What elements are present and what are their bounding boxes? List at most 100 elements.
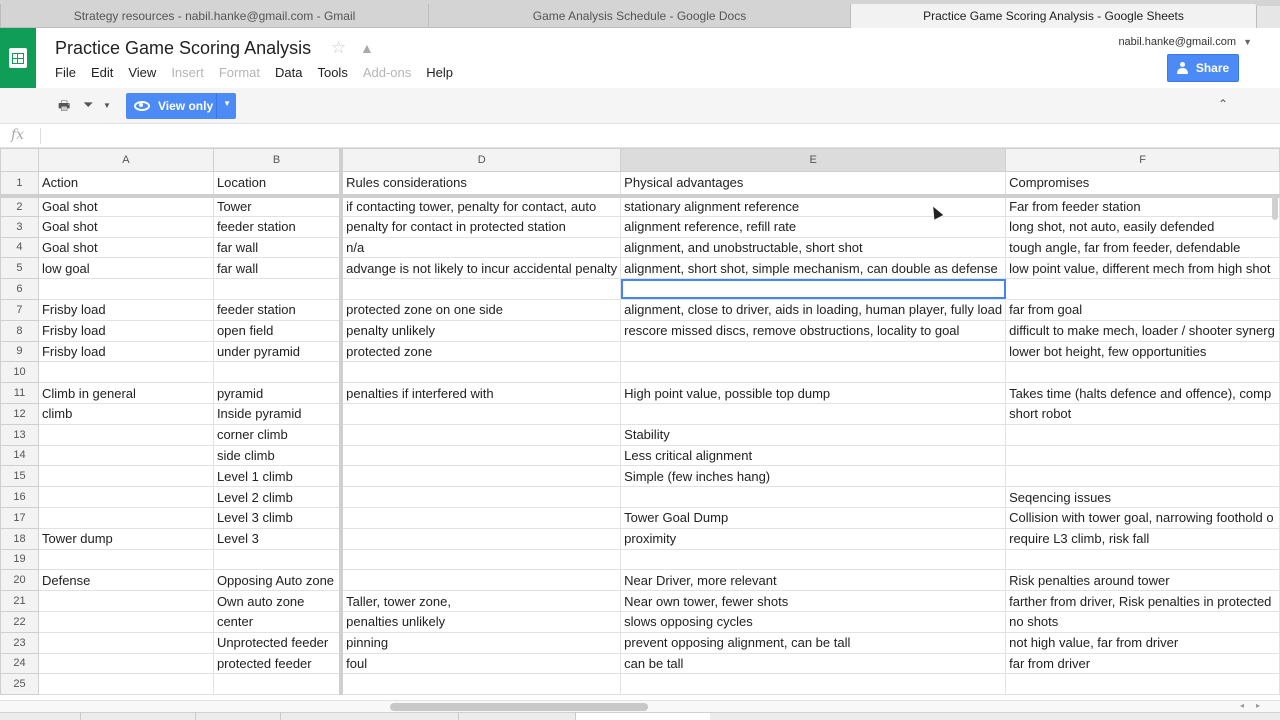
table-cell[interactable]: Frisby load (37, 340, 214, 363)
table-cell[interactable]: Goal shot (37, 236, 214, 259)
table-cell[interactable]: Tower dump (37, 527, 214, 550)
table-cell[interactable]: pyramid (212, 382, 344, 404)
vertical-scrollbar[interactable] (1272, 196, 1278, 220)
table-cell[interactable] (340, 402, 622, 425)
table-cell[interactable]: n/a (340, 236, 622, 259)
column-header[interactable]: F (1005, 148, 1280, 172)
table-cell[interactable]: Level 1 climb (212, 465, 344, 488)
column-header[interactable]: D (340, 148, 622, 172)
table-cell[interactable] (340, 423, 622, 446)
column-header[interactable]: E (620, 148, 1007, 172)
table-cell[interactable] (1005, 278, 1280, 300)
chevron-down-icon[interactable]: ▼ (223, 99, 231, 108)
table-cell[interactable] (37, 673, 214, 696)
document-title[interactable]: Practice Game Scoring Analysis (55, 38, 311, 59)
browser-tab-docs[interactable]: Game Analysis Schedule - Google Docs (428, 4, 850, 28)
table-cell[interactable] (620, 486, 1007, 508)
scroll-right-icon[interactable]: ▸ (1256, 701, 1260, 710)
table-cell[interactable]: under pyramid (212, 340, 344, 363)
table-cell[interactable]: alignment reference, refill rate (620, 215, 1007, 238)
row-header[interactable]: 17 (0, 506, 39, 529)
row-header[interactable]: 8 (0, 319, 39, 342)
menu-format[interactable]: Format (219, 65, 260, 80)
selected-cell[interactable] (620, 278, 1007, 300)
table-cell[interactable]: Defense (37, 569, 214, 592)
table-cell[interactable]: Risk penalties around tower (1005, 569, 1280, 592)
row-header[interactable]: 22 (0, 610, 39, 633)
row-header[interactable]: 19 (0, 548, 39, 571)
print-icon[interactable]: 🖶 (58, 97, 70, 119)
table-cell[interactable]: feeder station (212, 298, 344, 321)
table-cell[interactable]: Action (37, 171, 214, 198)
table-cell[interactable]: no shots (1005, 610, 1280, 633)
menu-tools[interactable]: Tools (317, 65, 347, 80)
table-cell[interactable] (37, 652, 214, 675)
column-header[interactable]: A (37, 148, 214, 172)
table-cell[interactable]: slows opposing cycles (620, 610, 1007, 633)
table-cell[interactable]: Unprotected feeder (212, 631, 344, 654)
menu-view[interactable]: View (128, 65, 156, 80)
row-header[interactable]: 16 (0, 486, 39, 508)
star-icon[interactable]: ☆ (331, 38, 346, 58)
table-cell[interactable] (37, 486, 214, 508)
table-cell[interactable]: open field (212, 319, 344, 342)
menu-data[interactable]: Data (275, 65, 302, 80)
browser-tab-sheets[interactable]: Practice Game Scoring Analysis - Google … (850, 4, 1256, 28)
table-cell[interactable]: can be tall (620, 652, 1007, 675)
table-cell[interactable] (620, 548, 1007, 571)
table-cell[interactable] (37, 278, 214, 300)
table-cell[interactable] (340, 465, 622, 488)
table-cell[interactable] (37, 361, 214, 384)
table-cell[interactable] (1005, 361, 1280, 384)
table-cell[interactable] (340, 673, 622, 696)
table-cell[interactable] (1005, 465, 1280, 488)
table-cell[interactable]: tough angle, far from feeder, defendable (1005, 236, 1280, 259)
row-header[interactable]: 24 (0, 652, 39, 675)
table-cell[interactable]: Collision with tower goal, narrowing foo… (1005, 506, 1280, 529)
row-header[interactable]: 11 (0, 382, 39, 404)
table-cell[interactable] (37, 444, 214, 467)
table-cell[interactable] (1005, 673, 1280, 696)
table-cell[interactable]: pinning (340, 631, 622, 654)
horizontal-scrollbar[interactable]: ◂ ▸ (0, 700, 1280, 712)
table-cell[interactable]: Frisby load (37, 319, 214, 342)
table-cell[interactable]: center (212, 610, 344, 633)
drive-folder-icon[interactable]: ▲ (360, 40, 374, 56)
table-cell[interactable]: protected zone on one side (340, 298, 622, 321)
table-cell[interactable]: climb (37, 402, 214, 425)
table-cell[interactable] (340, 548, 622, 571)
table-cell[interactable]: corner climb (212, 423, 344, 446)
table-cell[interactable]: Near own tower, fewer shots (620, 590, 1007, 612)
table-cell[interactable]: Physical advantages (620, 171, 1007, 198)
row-header[interactable]: 14 (0, 444, 39, 467)
table-cell[interactable]: Level 3 (212, 527, 344, 550)
row-header[interactable]: 23 (0, 631, 39, 654)
table-cell[interactable]: penalties unlikely (340, 610, 622, 633)
table-cell[interactable]: prevent opposing alignment, can be tall (620, 631, 1007, 654)
view-only-button[interactable]: View only ▼ (126, 93, 236, 119)
table-cell[interactable]: not high value, far from driver (1005, 631, 1280, 654)
table-cell[interactable]: Opposing Auto zone (212, 569, 344, 592)
table-cell[interactable]: Far from feeder station (1005, 195, 1280, 217)
row-header[interactable]: 9 (0, 340, 39, 363)
table-cell[interactable]: short robot (1005, 402, 1280, 425)
account-caret-icon[interactable]: ▼ (1243, 37, 1252, 47)
table-cell[interactable] (340, 527, 622, 550)
row-header[interactable]: 4 (0, 236, 39, 259)
table-cell[interactable] (37, 548, 214, 571)
table-cell[interactable]: Tower Goal Dump (620, 506, 1007, 529)
menu-insert[interactable]: Insert (171, 65, 204, 80)
filter-caret-icon[interactable]: ▼ (103, 101, 111, 110)
table-cell[interactable]: Level 2 climb (212, 486, 344, 508)
table-cell[interactable] (37, 590, 214, 612)
table-cell[interactable] (620, 402, 1007, 425)
table-cell[interactable]: Level 3 climb (212, 506, 344, 529)
table-cell[interactable]: Stability (620, 423, 1007, 446)
table-cell[interactable]: Less critical alignment (620, 444, 1007, 467)
row-header[interactable]: 10 (0, 361, 39, 384)
menu-addons[interactable]: Add-ons (363, 65, 411, 80)
column-header[interactable]: B (212, 148, 344, 172)
row-header[interactable]: 15 (0, 465, 39, 488)
row-header[interactable]: 6 (0, 278, 39, 300)
table-cell[interactable]: advange is not likely to incur accidenta… (340, 257, 622, 280)
